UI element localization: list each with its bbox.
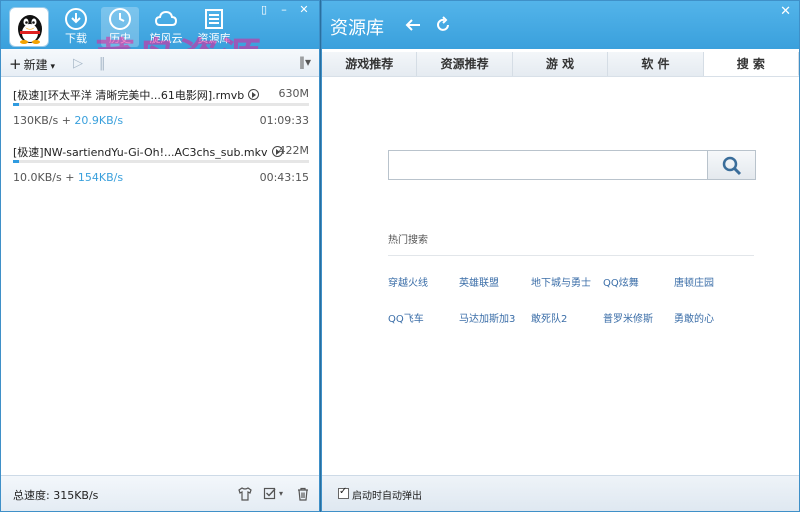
- history-icon: [109, 8, 131, 30]
- download-time-left: 01:09:33: [259, 114, 309, 127]
- resource-library-panel: 资源库 ✕ 游戏推荐 资源推荐 游 戏 软 件 搜 索 热门搜索 穿越火线 英雄…: [321, 0, 800, 512]
- tab-search[interactable]: 搜 索: [703, 52, 800, 76]
- search-icon: [722, 156, 742, 176]
- down-speed: 130KB/s: [13, 114, 59, 127]
- download-size: 630M: [278, 87, 310, 100]
- start-icon[interactable]: ▷: [73, 56, 83, 71]
- download-item[interactable]: [极速]NW-sartiendYu-Gi-Oh!...AC3chs_sub.mk…: [1, 144, 319, 196]
- left-header: 下载 历史 旋风云 资源库 ▯ – ✕: [1, 1, 319, 49]
- hot-search-link[interactable]: 唐顿庄园: [674, 274, 714, 289]
- left-window-controls: ▯ – ✕: [255, 3, 313, 17]
- auto-popup-label: 启动时自动弹出: [352, 491, 422, 502]
- trash-icon[interactable]: [295, 486, 311, 502]
- checklist-icon[interactable]: [263, 486, 279, 502]
- download-progress-fill: [13, 160, 19, 163]
- up-speed: 20.9KB/s: [74, 114, 124, 127]
- download-panel: 下载 历史 旋风云 资源库 ▯ – ✕ 菜鸟资源 +新建 ▾ ▷ ‖ ‖▾ [极…: [0, 0, 320, 512]
- toolbar-more-button[interactable]: ‖▾: [299, 55, 311, 69]
- shirt-icon[interactable]: [237, 486, 253, 502]
- hot-search-link[interactable]: 地下城与勇士: [531, 274, 591, 289]
- skin-icon[interactable]: ▯: [255, 3, 273, 17]
- download-progress-bar: [13, 103, 309, 106]
- hot-search-link[interactable]: 普罗米修斯: [603, 310, 653, 325]
- download-name-text: [极速]NW-sartiendYu-Gi-Oh!...AC3chs_sub.mk…: [13, 146, 268, 159]
- right-header: 资源库 ✕: [322, 1, 799, 49]
- hot-search-link[interactable]: 英雄联盟: [459, 274, 499, 289]
- speed-plus: +: [61, 171, 78, 184]
- hot-search-link[interactable]: QQ炫舞: [603, 274, 639, 289]
- tab-resource-recommend[interactable]: 资源推荐: [417, 52, 513, 76]
- cloud-icon: [154, 10, 178, 26]
- auto-popup-checkbox[interactable]: [338, 486, 349, 499]
- tab-software[interactable]: 软 件: [608, 52, 704, 76]
- download-item[interactable]: [极速][环太平洋 清晰完美中...61电影网].rmvb 630M 130KB…: [1, 87, 319, 139]
- nav-cloud-label: 旋风云: [149, 32, 183, 45]
- new-task-label: 新建: [23, 58, 48, 72]
- nav-library-label: 资源库: [197, 32, 231, 45]
- nav-history[interactable]: 历史: [101, 7, 139, 47]
- download-speed: 10.0KB/s + 154KB/s: [13, 171, 123, 184]
- play-icon[interactable]: [248, 89, 260, 100]
- close-icon[interactable]: ✕: [295, 3, 313, 17]
- tab-games[interactable]: 游 戏: [512, 52, 609, 76]
- divider: [388, 255, 754, 256]
- library-icon: [205, 9, 223, 29]
- nav-download[interactable]: 下载: [57, 7, 95, 47]
- hot-search-link[interactable]: 敢死队2: [531, 310, 567, 325]
- nav-download-label: 下载: [65, 32, 87, 45]
- search-input[interactable]: [388, 150, 708, 180]
- download-name: [极速]NW-sartiendYu-Gi-Oh!...AC3chs_sub.mk…: [13, 144, 283, 160]
- resource-tabs: 游戏推荐 资源推荐 游 戏 软 件 搜 索: [322, 52, 800, 77]
- plus-icon: +: [9, 55, 22, 73]
- hot-search-link[interactable]: 勇敢的心: [674, 310, 714, 325]
- hot-search-link[interactable]: 穿越火线: [388, 274, 428, 289]
- download-progress-fill: [13, 103, 19, 106]
- nav-library[interactable]: 资源库: [195, 7, 233, 47]
- search-button[interactable]: [708, 150, 756, 180]
- back-arrow-icon[interactable]: [404, 16, 422, 34]
- hot-search-heading: 热门搜索: [388, 235, 428, 246]
- nav-history-label: 历史: [109, 32, 131, 45]
- download-toolbar: + 新建 ▾ ▷ ‖ ‖▾: [1, 49, 319, 77]
- download-size: 422M: [278, 144, 310, 157]
- download-speed: 130KB/s + 20.9KB/s: [13, 114, 123, 127]
- download-progress-bar: [13, 160, 309, 163]
- hot-search-link[interactable]: 马达加斯加3: [459, 310, 515, 325]
- tab-game-recommend[interactable]: 游戏推荐: [322, 52, 418, 76]
- download-icon: [65, 8, 87, 30]
- nav-cloud[interactable]: 旋风云: [147, 7, 185, 47]
- download-time-left: 00:43:15: [259, 171, 309, 184]
- qq-penguin-logo[interactable]: [9, 7, 49, 47]
- download-name-text: [极速][环太平洋 清晰完美中...61电影网].rmvb: [13, 89, 245, 102]
- chevron-down-icon: ▾: [47, 62, 55, 72]
- panel-title: 资源库: [330, 18, 384, 39]
- hot-search-link[interactable]: QQ飞车: [388, 310, 424, 325]
- pause-icon[interactable]: ‖: [99, 56, 106, 71]
- new-task-button[interactable]: + 新建 ▾: [9, 55, 55, 73]
- down-speed: 10.0KB/s: [13, 171, 62, 184]
- speed-plus: +: [58, 114, 75, 127]
- download-name: [极速][环太平洋 清晰完美中...61电影网].rmvb: [13, 87, 260, 103]
- up-speed: 154KB/s: [77, 171, 124, 184]
- total-speed: 总速度: 315KB/s: [13, 489, 99, 502]
- left-status-bar: 总速度: 315KB/s ▾: [1, 475, 319, 511]
- close-icon[interactable]: ✕: [780, 4, 791, 19]
- right-status-bar: 启动时自动弹出: [322, 475, 799, 511]
- refresh-icon[interactable]: [434, 16, 452, 34]
- minimize-icon[interactable]: –: [275, 3, 293, 17]
- chevron-down-icon[interactable]: ▾: [279, 489, 283, 498]
